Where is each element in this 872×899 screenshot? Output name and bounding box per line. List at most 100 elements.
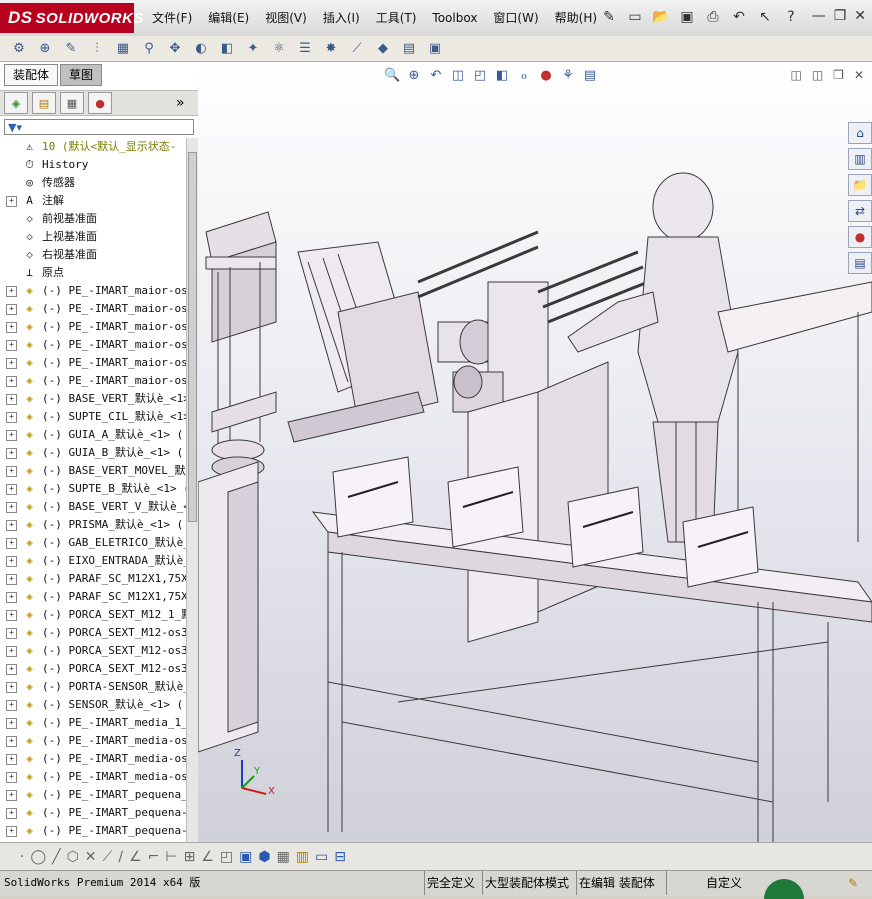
home-icon[interactable]: ⌂ (848, 122, 872, 144)
expand-toggle-icon[interactable]: + (6, 808, 17, 819)
instant3d-icon[interactable]: ◆ (372, 39, 394, 59)
offset-icon[interactable]: ∕ (118, 849, 123, 865)
tree-item[interactable]: + ◈ (-) PE_-IMART_pequena-o (0, 822, 186, 840)
menu-view[interactable]: 视图(V) (257, 8, 315, 28)
expand-toggle-icon[interactable]: + (6, 394, 17, 405)
close-icon[interactable]: ✕ (854, 8, 866, 24)
grid-icon[interactable]: ⊞ (184, 849, 196, 865)
tree-item[interactable]: + ◈ (-) PE_-IMART_maior-os2 (0, 354, 186, 372)
undo-icon[interactable]: ↶ (728, 6, 750, 28)
insert-component-icon[interactable]: ⊕ (34, 39, 56, 59)
expand-toggle-icon[interactable]: + (6, 700, 17, 711)
tree-item[interactable]: + ◈ (-) PORCA_SEXT_M12-os32 (0, 642, 186, 660)
tree-item[interactable]: + ◈ (-) PE_-IMART_media-os3 (0, 768, 186, 786)
tree-item[interactable]: ◇ 上视基准面 (0, 228, 186, 246)
angle-icon[interactable]: ∠ (201, 849, 214, 865)
tree-item[interactable]: + ◈ (-) SENSOR_默认è_<1> ( (0, 696, 186, 714)
menu-tools[interactable]: 工具(T) (368, 8, 425, 28)
show-hidden-icon[interactable]: ◐ (190, 39, 212, 59)
minimize-icon[interactable]: — (812, 8, 826, 24)
expand-toggle-icon[interactable]: + (6, 430, 17, 441)
tree-item[interactable]: + ◈ (-) GAB_ELETRICO_默认è_ (0, 534, 186, 552)
expand-toggle-icon[interactable]: + (6, 358, 17, 369)
polygon-icon[interactable]: ⬡ (67, 849, 79, 865)
tree-item[interactable]: + ◈ (-) PE_-IMART_media_1_默 (0, 714, 186, 732)
mirror-icon[interactable]: ∠ (129, 849, 142, 865)
circle-icon[interactable]: ◯ (30, 849, 46, 865)
feature-manager-tab-icon[interactable]: ◈ (4, 92, 28, 114)
design-library-icon[interactable]: ▥ (848, 148, 872, 170)
tree-item[interactable]: + ◈ (-) PORCA_SEXT_M12_1_默 (0, 606, 186, 624)
expand-toggle-icon[interactable]: + (6, 322, 17, 333)
paperclip-icon[interactable]: ✎ (60, 39, 82, 59)
expand-toggle-icon[interactable]: + (6, 304, 17, 315)
tree-item[interactable]: + ◈ (-) PE_-IMART_maior-os2 (0, 300, 186, 318)
tree-item[interactable]: ◎ 传感器 (0, 174, 186, 192)
trim-icon[interactable]: ✕ (85, 849, 97, 865)
linear-pattern-icon[interactable]: ▦ (112, 39, 134, 59)
expand-toggle-icon[interactable]: + (6, 772, 17, 783)
expand-toggle-icon[interactable]: + (6, 610, 17, 621)
tree-item[interactable]: + ◈ (-) GUIA_A_默认è_<1> ( (0, 426, 186, 444)
tree-item[interactable]: + ◈ (-) PE_-IMART_media-os3 (0, 750, 186, 768)
expand-toggle-icon[interactable]: + (6, 592, 17, 603)
help-icon[interactable]: ? (780, 6, 802, 28)
save-icon[interactable]: ▣ (676, 6, 698, 28)
assembly-features-icon[interactable]: ◧ (216, 39, 238, 59)
tree-item[interactable]: + ◈ (-) PE_-IMART_maior-os2 (0, 372, 186, 390)
file-explorer-icon[interactable]: 📁 (848, 174, 872, 196)
tree-item[interactable]: + ◈ (-) PARAF_SC_M12X1,75X6 (0, 588, 186, 606)
tree-item[interactable]: + ◈ (-) PE_-IMART_maior-os2 (0, 318, 186, 336)
line-icon[interactable]: ╱ (52, 849, 60, 865)
display-manager-tab-icon[interactable]: ● (88, 92, 112, 114)
print-icon[interactable]: ⎙ (702, 6, 724, 28)
new-motion-study-icon[interactable]: ⚛ (268, 39, 290, 59)
menu-file[interactable]: 文件(F) (144, 8, 200, 28)
tree-item[interactable]: + ◈ (-) PORCA_SEXT_M12-os33 (0, 660, 186, 678)
custom-properties-icon[interactable]: ▤ (848, 252, 872, 274)
tree-item[interactable]: + ◈ (-) BASE_VERT_V_默认è_< (0, 498, 186, 516)
expand-toggle-icon[interactable]: + (6, 682, 17, 693)
tree-item[interactable]: ⏱ History (0, 156, 186, 174)
menu-toolbox[interactable]: Toolbox (424, 8, 485, 28)
tree-item[interactable]: + ◈ (-) PE_-IMART_pequena_1 (0, 786, 186, 804)
open-icon[interactable]: 📂 (650, 6, 672, 28)
display-mode-icon[interactable]: ⬢ (258, 849, 270, 865)
tree-item[interactable]: + ◈ (-) EIXO_ENTRADA_默认è_ (0, 552, 186, 570)
exploded-view-icon[interactable]: ✸ (320, 39, 342, 59)
new-document-icon[interactable]: ▭ (624, 6, 646, 28)
explode-line-icon[interactable]: ⟋ (346, 39, 368, 59)
expand-toggle-icon[interactable]: + (6, 286, 17, 297)
tree-item[interactable]: + ◈ (-) PORTA-SENSOR_默认è_ (0, 678, 186, 696)
expand-toggle-icon[interactable]: + (6, 376, 17, 387)
move-component-icon[interactable]: ✥ (164, 39, 186, 59)
tab-sketch[interactable]: 草图 (60, 64, 103, 86)
menu-insert[interactable]: 插入(I) (315, 8, 368, 28)
cube-icon[interactable]: ◰ (220, 849, 233, 865)
toggle-icon[interactable]: ▦ (277, 849, 290, 865)
property-manager-tab-icon[interactable]: ▤ (32, 92, 56, 114)
graphics-viewport[interactable]: 🔍 ⊕ ↶ ◫ ◰ ◧ ℴ ● ⚘ ▤ ◫ ◫ ❐ ✕ Z Y X ⌂ ▥ 📁 … (198, 62, 872, 842)
expand-toggle-icon[interactable]: + (6, 736, 17, 747)
expand-toggle-icon[interactable]: + (6, 484, 17, 495)
menu-window[interactable]: 窗口(W) (485, 8, 546, 28)
menu-help[interactable]: 帮助(H) (547, 8, 605, 28)
extend-icon[interactable]: ⟋ (103, 849, 113, 865)
tree-item[interactable]: ⊥ 原点 (0, 264, 186, 282)
view-palette-icon[interactable]: ⇄ (848, 200, 872, 222)
appearances-icon[interactable]: ● (848, 226, 872, 248)
tree-item[interactable]: + ◈ (-) PORCA_SEXT_M12-os31 (0, 624, 186, 642)
expand-panel-chevron-icon[interactable]: » (176, 95, 185, 111)
tree-item[interactable]: + ◈ (-) GUIA_B_默认è_<1> ( (0, 444, 186, 462)
expand-toggle-icon[interactable]: + (6, 790, 17, 801)
configuration-manager-tab-icon[interactable]: ▦ (60, 92, 84, 114)
expand-toggle-icon[interactable]: + (6, 448, 17, 459)
solidworks-logo[interactable]: DS SOLIDWORKS (0, 3, 143, 33)
unit-system[interactable]: 自定义 (706, 871, 742, 895)
mate-icon[interactable]: ⫶ (86, 39, 108, 59)
expand-toggle-icon[interactable]: + (6, 628, 17, 639)
expand-toggle-icon[interactable]: + (6, 556, 17, 567)
tree-item[interactable]: + ◈ (-) PARAF_SC_M12X1,75X6 (0, 570, 186, 588)
expand-toggle-icon[interactable]: + (6, 340, 17, 351)
expand-toggle-icon[interactable]: + (6, 574, 17, 585)
